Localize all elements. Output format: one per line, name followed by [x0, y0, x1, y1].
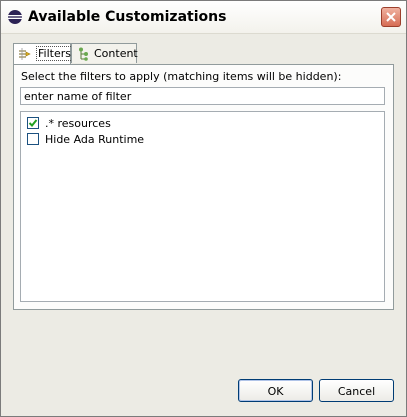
filter-icon	[18, 47, 32, 61]
tab-filters[interactable]: Filters	[13, 43, 73, 65]
window-title: Available Customizations	[28, 9, 227, 25]
ok-button[interactable]: OK	[238, 379, 313, 402]
tab-filters-label: Filters	[36, 46, 73, 61]
filter-name-input[interactable]	[20, 87, 385, 105]
checkmark-icon	[28, 119, 38, 127]
close-icon	[386, 12, 396, 22]
content-tree-icon	[76, 47, 90, 61]
close-button[interactable]	[381, 7, 401, 27]
filter-checkbox-resources[interactable]	[27, 117, 39, 129]
tab-content-label: Content	[94, 47, 138, 60]
filter-item-label: Hide Ada Runtime	[45, 133, 145, 146]
tab-content[interactable]: Content	[71, 43, 138, 63]
title-bar[interactable]: Available Customizations	[1, 1, 406, 34]
filter-item-label: .* resources	[45, 117, 111, 130]
filters-instruction: Select the filters to apply (matching it…	[21, 70, 342, 83]
filter-list[interactable]: .* resources Hide Ada Runtime	[20, 111, 385, 302]
filter-checkbox-hide-ada-runtime[interactable]	[27, 133, 39, 145]
eclipse-app-icon	[7, 9, 23, 25]
cancel-button[interactable]: Cancel	[319, 379, 394, 402]
